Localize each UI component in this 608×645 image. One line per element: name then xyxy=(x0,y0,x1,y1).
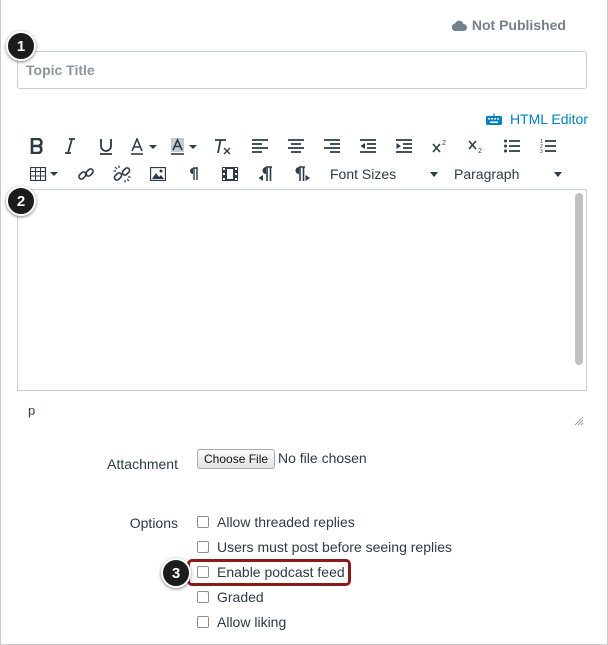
attachment-label: Attachment xyxy=(107,456,178,472)
topic-title-input[interactable] xyxy=(17,51,587,89)
option-label: Allow threaded replies xyxy=(217,514,355,530)
align-left-button[interactable] xyxy=(242,134,278,158)
file-status: No file chosen xyxy=(278,450,367,466)
cloud-icon xyxy=(451,20,467,31)
callout-1: 1 xyxy=(6,31,36,61)
option-graded[interactable]: Graded xyxy=(197,589,264,605)
chevron-down-icon xyxy=(430,171,438,177)
rtl-icon xyxy=(258,166,272,181)
italic-button[interactable] xyxy=(52,134,88,158)
svg-text:3: 3 xyxy=(540,149,543,154)
numbered-list-icon: 1 2 3 xyxy=(540,139,556,154)
ltr-button[interactable] xyxy=(284,162,320,186)
resize-handle-icon[interactable] xyxy=(574,416,584,426)
italic-icon xyxy=(65,138,75,154)
bullet-list-button[interactable] xyxy=(494,134,530,158)
svg-text:2: 2 xyxy=(442,140,446,147)
option-users-must-post[interactable]: Users must post before seeing replies xyxy=(197,539,452,555)
publish-status[interactable]: Not Published xyxy=(451,17,566,33)
pilcrow-button[interactable] xyxy=(176,162,212,186)
element-path: p xyxy=(28,403,36,418)
options-label: Options xyxy=(129,515,178,531)
link-button[interactable] xyxy=(68,162,104,186)
pilcrow-icon xyxy=(190,167,198,180)
callout-2: 2 xyxy=(6,186,36,216)
bold-button[interactable] xyxy=(22,134,52,158)
option-allow-liking[interactable]: Allow liking xyxy=(197,614,286,630)
html-editor-link[interactable]: HTML Editor xyxy=(485,111,588,127)
checkbox[interactable] xyxy=(197,591,209,603)
media-button[interactable] xyxy=(212,162,248,186)
numbered-list-button[interactable]: 1 2 3 xyxy=(530,134,566,158)
rtl-button[interactable] xyxy=(248,162,284,186)
paragraph-select[interactable]: Paragraph xyxy=(448,162,568,186)
image-button[interactable] xyxy=(140,162,176,186)
align-center-icon xyxy=(288,139,304,153)
background-color-icon xyxy=(171,137,197,155)
superscript-button[interactable]: 2 xyxy=(422,134,458,158)
toolbar-row-2: Font Sizes Paragraph xyxy=(22,162,568,186)
checkbox[interactable] xyxy=(197,516,209,528)
indent-button[interactable] xyxy=(386,134,422,158)
option-allow-threaded-replies[interactable]: Allow threaded replies xyxy=(197,514,355,530)
ltr-icon xyxy=(295,166,310,181)
link-icon xyxy=(78,168,94,180)
outdent-icon xyxy=(360,139,376,153)
underline-button[interactable] xyxy=(88,134,124,158)
option-label: Graded xyxy=(217,589,264,605)
option-label: Allow liking xyxy=(217,614,287,630)
subscript-button[interactable]: 2 xyxy=(458,134,494,158)
align-center-button[interactable] xyxy=(278,134,314,158)
text-color-button[interactable] xyxy=(124,134,164,158)
subscript-icon: 2 xyxy=(468,140,482,154)
background-color-button[interactable] xyxy=(164,134,204,158)
editor-scrollbar[interactable] xyxy=(575,193,583,365)
image-icon xyxy=(150,167,166,181)
unlink-button[interactable] xyxy=(104,162,140,186)
indent-icon xyxy=(396,139,412,153)
align-left-icon xyxy=(252,139,268,153)
font-sizes-select[interactable]: Font Sizes xyxy=(324,162,444,186)
chevron-down-icon xyxy=(554,171,562,177)
keyboard-icon xyxy=(485,113,502,125)
unlink-icon xyxy=(113,165,131,183)
outdent-button[interactable] xyxy=(350,134,386,158)
align-right-button[interactable] xyxy=(314,134,350,158)
table-button[interactable] xyxy=(22,162,68,186)
align-right-icon xyxy=(324,139,340,153)
film-icon xyxy=(222,167,238,181)
html-editor-label: HTML Editor xyxy=(509,111,588,127)
option-label: Users must post before seeing replies xyxy=(217,539,452,555)
font-sizes-label: Font Sizes xyxy=(330,166,397,182)
rich-content-editor[interactable] xyxy=(17,189,587,391)
publish-status-label: Not Published xyxy=(471,17,566,33)
clear-formatting-button[interactable] xyxy=(204,134,242,158)
superscript-icon: 2 xyxy=(432,140,446,153)
text-color-icon xyxy=(131,137,157,155)
toolbar-row-1: 2 2 1 2 3 xyxy=(22,134,566,158)
paragraph-label: Paragraph xyxy=(454,166,520,182)
bullet-list-icon xyxy=(504,139,520,153)
choose-file-button[interactable]: Choose File xyxy=(197,449,276,469)
checkbox[interactable] xyxy=(197,541,209,553)
clear-formatting-icon xyxy=(215,138,231,154)
podcast-feed-highlight xyxy=(187,559,351,586)
callout-3: 3 xyxy=(161,558,191,588)
table-icon xyxy=(30,167,58,181)
underline-icon xyxy=(100,138,112,155)
checkbox[interactable] xyxy=(197,616,209,628)
svg-text:2: 2 xyxy=(478,148,482,154)
bold-icon xyxy=(30,138,43,154)
